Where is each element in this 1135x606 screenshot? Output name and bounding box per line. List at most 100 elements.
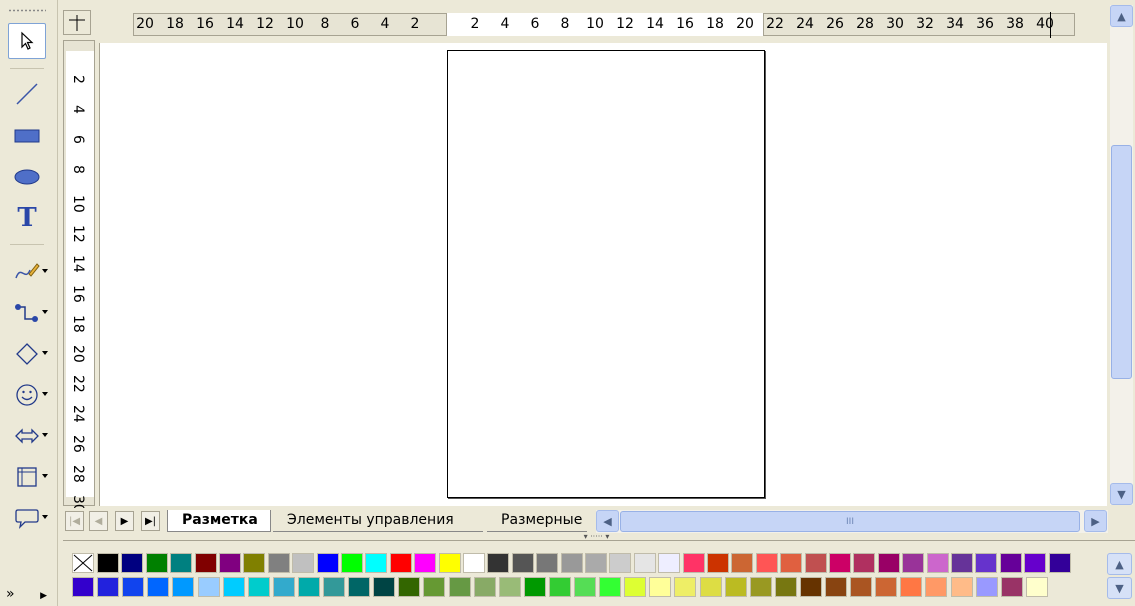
color-swatch[interactable] — [853, 553, 876, 573]
color-swatch[interactable] — [423, 577, 446, 597]
drawing-page[interactable] — [447, 50, 765, 498]
chevron-down-icon[interactable] — [42, 392, 48, 396]
color-swatch[interactable] — [804, 553, 827, 573]
chevron-down-icon[interactable] — [42, 433, 48, 437]
color-swatch[interactable] — [902, 553, 925, 573]
color-swatch[interactable] — [170, 553, 193, 573]
color-swatch[interactable] — [585, 553, 607, 573]
flowchart-tool[interactable] — [8, 459, 48, 495]
color-swatch[interactable] — [121, 553, 144, 573]
horizontal-scroll-thumb[interactable]: III — [620, 511, 1080, 532]
color-swatch[interactable] — [999, 553, 1022, 573]
horizontal-scrollbar[interactable]: ◀ III ▶ — [596, 510, 1108, 533]
color-swatch[interactable] — [875, 577, 898, 597]
last-tab-button[interactable]: ▶| — [141, 511, 160, 531]
color-swatch[interactable] — [560, 553, 583, 573]
color-swatch[interactable] — [438, 553, 461, 573]
vertical-scroll-thumb[interactable] — [1111, 145, 1132, 379]
tab-layout[interactable]: Разметка — [167, 510, 271, 532]
color-swatch[interactable] — [925, 577, 948, 597]
color-swatch[interactable] — [724, 577, 747, 597]
scroll-up-button[interactable]: ▲ — [1110, 5, 1133, 27]
scroll-down-button[interactable]: ▼ — [1110, 483, 1133, 505]
color-swatch[interactable] — [365, 553, 388, 573]
ellipse-tool[interactable] — [8, 159, 46, 195]
color-swatch[interactable] — [272, 577, 295, 597]
color-swatch[interactable] — [780, 553, 803, 573]
color-swatch[interactable] — [609, 553, 632, 573]
color-swatch[interactable] — [222, 577, 245, 597]
color-swatch[interactable] — [72, 577, 94, 597]
color-swatch[interactable] — [829, 553, 851, 573]
color-swatch[interactable] — [1025, 577, 1048, 597]
color-swatch[interactable] — [97, 577, 120, 597]
color-swatch[interactable] — [219, 553, 241, 573]
no-fill-swatch[interactable] — [72, 553, 94, 573]
color-swatch[interactable] — [682, 553, 705, 573]
color-swatch[interactable] — [292, 553, 315, 573]
scroll-right-button[interactable]: ▶ — [1084, 510, 1107, 532]
color-swatch[interactable] — [731, 553, 754, 573]
chevron-down-icon[interactable] — [42, 269, 48, 273]
color-swatch[interactable] — [122, 577, 145, 597]
color-swatch[interactable] — [243, 553, 266, 573]
basic-shapes-tool[interactable] — [8, 336, 48, 372]
color-swatch[interactable] — [414, 553, 437, 573]
color-swatch[interactable] — [975, 577, 998, 597]
chevron-down-icon[interactable] — [42, 310, 48, 314]
text-tool[interactable]: T — [8, 200, 46, 236]
color-swatch[interactable] — [323, 577, 345, 597]
chevron-down-icon[interactable] — [42, 474, 48, 478]
color-swatch[interactable] — [498, 577, 521, 597]
color-swatch[interactable] — [197, 577, 220, 597]
color-swatch[interactable] — [463, 553, 485, 573]
color-swatch[interactable] — [624, 577, 647, 597]
palette-scroll-down-button[interactable]: ▼ — [1107, 577, 1132, 599]
symbol-shapes-tool[interactable] — [8, 377, 48, 413]
color-swatch[interactable] — [147, 577, 170, 597]
color-swatch[interactable] — [247, 577, 270, 597]
color-swatch[interactable] — [487, 553, 510, 573]
color-swatch[interactable] — [674, 577, 697, 597]
color-swatch[interactable] — [145, 553, 168, 573]
color-swatch[interactable] — [825, 577, 847, 597]
chevron-down-icon[interactable] — [42, 351, 48, 355]
color-swatch[interactable] — [877, 553, 900, 573]
vertical-scrollbar[interactable]: ▲ ▼ — [1110, 5, 1133, 505]
toolbar-grip[interactable] — [8, 9, 46, 12]
color-swatch[interactable] — [97, 553, 119, 573]
color-swatch[interactable] — [1024, 553, 1047, 573]
color-swatch[interactable] — [633, 553, 656, 573]
chevron-down-icon[interactable] — [42, 515, 48, 519]
color-swatch[interactable] — [473, 577, 496, 597]
palette-scroll-up-button[interactable]: ▲ — [1107, 553, 1132, 575]
first-tab-button[interactable]: |◀ — [65, 511, 84, 531]
color-swatch[interactable] — [975, 553, 998, 573]
color-swatch[interactable] — [599, 577, 622, 597]
tab-controls[interactable]: Элементы управления — [273, 510, 483, 532]
color-swatch[interactable] — [900, 577, 923, 597]
color-swatch[interactable] — [348, 577, 371, 597]
color-swatch[interactable] — [511, 553, 534, 573]
connector-tool[interactable] — [8, 295, 48, 331]
color-swatch[interactable] — [950, 577, 973, 597]
color-swatch[interactable] — [194, 553, 217, 573]
scroll-left-button[interactable]: ◀ — [596, 510, 619, 532]
color-swatch[interactable] — [1000, 577, 1023, 597]
block-arrows-tool[interactable] — [8, 418, 48, 454]
callouts-tool[interactable] — [8, 500, 48, 536]
previous-tab-button[interactable]: ◀ — [89, 511, 108, 531]
color-swatch[interactable] — [926, 553, 949, 573]
color-swatch[interactable] — [699, 577, 722, 597]
color-swatch[interactable] — [548, 577, 571, 597]
color-swatch[interactable] — [574, 577, 596, 597]
color-swatch[interactable] — [373, 577, 396, 597]
drawing-canvas[interactable] — [99, 43, 1107, 506]
color-swatch[interactable] — [389, 553, 412, 573]
color-swatch[interactable] — [297, 577, 320, 597]
color-swatch[interactable] — [749, 577, 772, 597]
color-swatch[interactable] — [172, 577, 195, 597]
color-swatch[interactable] — [536, 553, 559, 573]
line-tool[interactable] — [8, 76, 46, 112]
color-swatch[interactable] — [799, 577, 822, 597]
